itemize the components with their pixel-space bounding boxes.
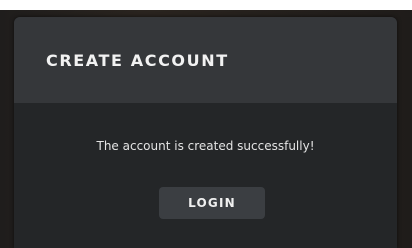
login-button[interactable]: LOGIN — [159, 187, 265, 219]
create-account-dialog: CREATE ACCOUNT The account is created su… — [14, 17, 397, 248]
success-message: The account is created successfully! — [96, 139, 315, 153]
dialog-title: CREATE ACCOUNT — [46, 50, 229, 70]
dialog-header: CREATE ACCOUNT — [14, 17, 397, 103]
dialog-body: The account is created successfully! LOG… — [14, 103, 397, 248]
